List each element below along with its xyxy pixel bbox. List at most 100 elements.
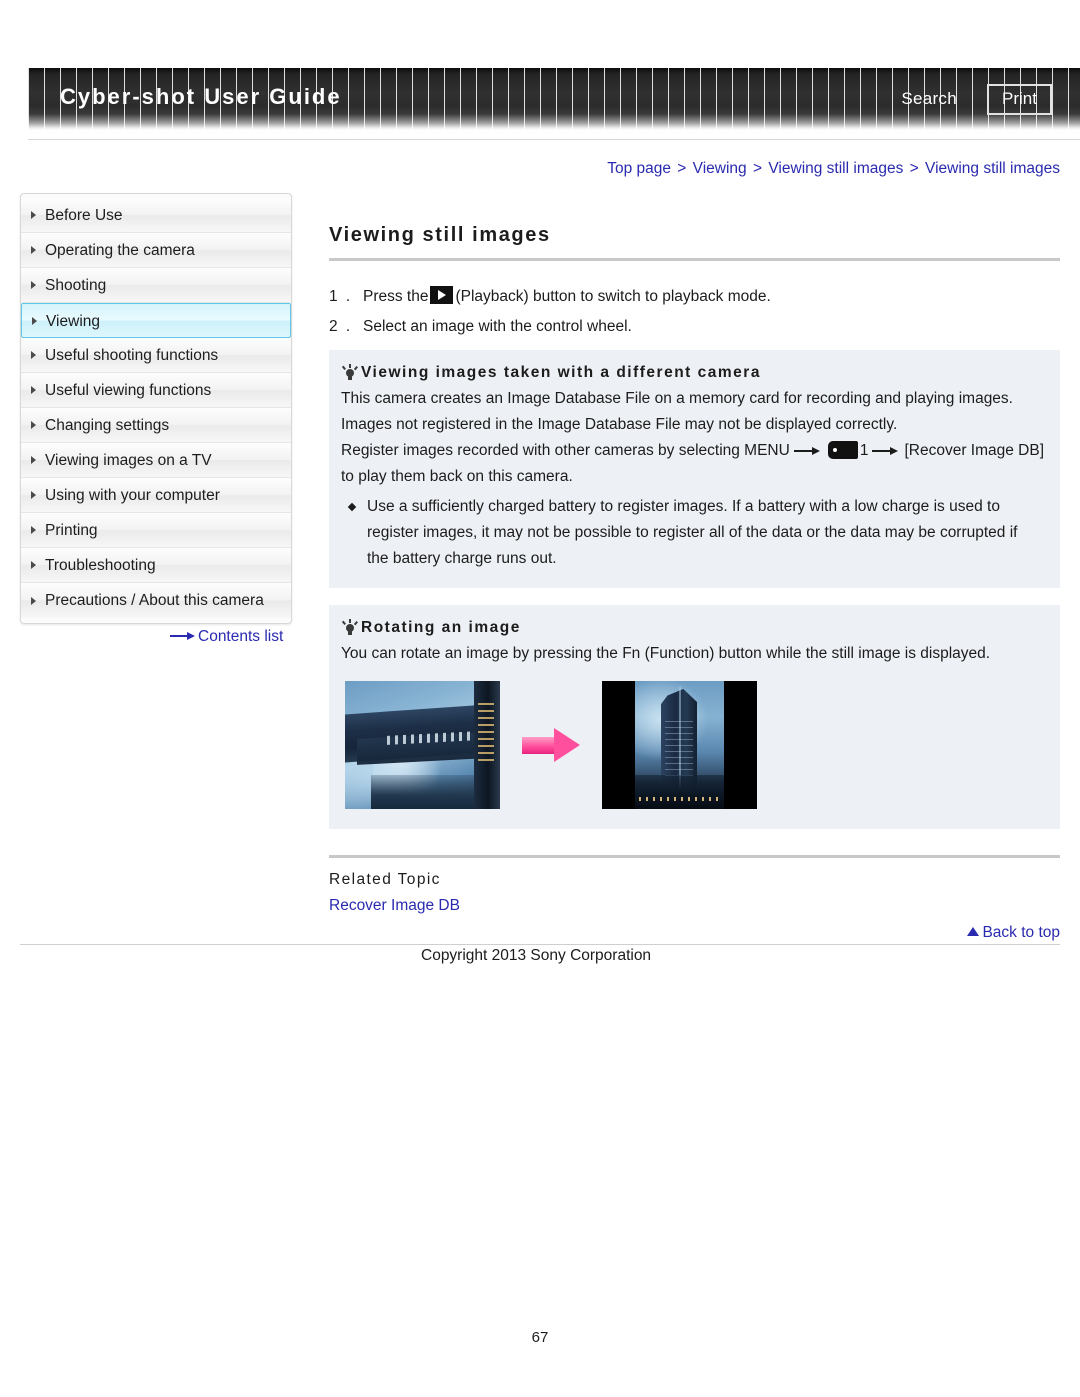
chevron-right-icon [31, 281, 36, 289]
sidebar-item-label: Printing [45, 522, 98, 539]
sidebar-item-label: Changing settings [45, 417, 170, 434]
photo-upright [602, 681, 757, 809]
title-divider [329, 258, 1060, 261]
related-topic-divider [329, 855, 1060, 858]
chevron-right-icon [31, 456, 36, 464]
chevron-right-icon [31, 421, 36, 429]
chevron-right-icon [31, 491, 36, 499]
chevron-right-icon [31, 596, 36, 605]
tip-heading-label: Viewing images taken with a different ca… [361, 364, 761, 381]
sidebar-item-label: Before Use [45, 207, 123, 224]
chevron-right-icon [31, 561, 36, 569]
related-topic-heading: Related Topic [329, 871, 441, 888]
tip-bullet-list: Use a sufficiently charged battery to re… [341, 494, 1042, 572]
breadcrumb-separator: > [753, 160, 763, 177]
chevron-right-icon [32, 316, 37, 325]
tip-heading: Rotating an image [341, 619, 1042, 637]
page-title: Viewing still images [329, 224, 551, 246]
copyright-text: Copyright 2013 Sony Corporation [421, 947, 652, 964]
step-number: 2 . [329, 318, 353, 335]
step-text: Select an image with the control wheel. [363, 318, 632, 335]
breadcrumb-item-top-page[interactable]: Top page [607, 160, 671, 177]
header-banner: Cyber-shot User Guide Search Print [28, 68, 1080, 130]
sidebar-item-label: Precautions / About this camera [45, 592, 264, 609]
sidebar-item-printing[interactable]: Printing [21, 513, 291, 548]
sidebar-item-before-use[interactable]: Before Use [21, 198, 291, 233]
sidebar-nav: Before Use Operating the camera Shooting… [20, 193, 292, 624]
sidebar-item-troubleshooting[interactable]: Troubleshooting [21, 548, 291, 583]
related-topic-link[interactable]: Recover Image DB [329, 897, 1060, 915]
sidebar-item-using-with-your-computer[interactable]: Using with your computer [21, 478, 291, 513]
header-divider [28, 139, 1080, 140]
lightbulb-icon [341, 364, 359, 382]
chevron-right-icon [31, 246, 36, 254]
step-text: Press the (Playback) button to switch to … [363, 286, 771, 308]
tip-box-rotating-an-image: Rotating an image You can rotate an imag… [329, 605, 1060, 829]
breadcrumb-separator: > [909, 160, 919, 177]
pink-right-arrow-icon [522, 728, 580, 762]
step-item: 1 . Press the (Playback) button to switch… [329, 286, 1060, 308]
sidebar-item-label: Useful viewing functions [45, 382, 212, 399]
sidebar-item-viewing-images-on-a-tv[interactable]: Viewing images on a TV [21, 443, 291, 478]
sidebar-item-shooting[interactable]: Shooting [21, 268, 291, 303]
breadcrumb-item-viewing-still-images[interactable]: Viewing still images [768, 160, 903, 177]
tip-heading: Viewing images taken with a different ca… [341, 364, 1042, 382]
tip-box-different-camera: Viewing images taken with a different ca… [329, 350, 1060, 588]
sidebar-item-viewing[interactable]: Viewing [21, 303, 291, 338]
step-text-after-icon: (Playback) button to switch to playback … [455, 288, 771, 305]
footer-divider [20, 944, 1060, 945]
rotation-figure [341, 681, 1042, 809]
step-item: 2 . Select an image with the control whe… [329, 316, 1060, 338]
main-content: Viewing still images 1 . Press the (Playb… [329, 193, 1060, 915]
arrow-right-icon [170, 632, 196, 641]
breadcrumb: Top page > Viewing > Viewing still image… [607, 160, 1060, 178]
tip-bullet-item: Use a sufficiently charged battery to re… [341, 494, 1042, 572]
contents-list-link[interactable]: Contents list [170, 628, 283, 646]
sidebar-item-label: Operating the camera [45, 242, 195, 259]
app-title: Cyber-shot User Guide [60, 84, 342, 109]
tip-line-2: Images not registered in the Image Datab… [341, 416, 898, 433]
step-text-before-icon: Press the [363, 288, 429, 305]
photo-rotated-sideways [345, 681, 500, 809]
chevron-right-icon [31, 386, 36, 394]
steps-list: 1 . Press the (Playback) button to switch… [329, 286, 1060, 338]
breadcrumb-separator: > [677, 160, 687, 177]
print-button[interactable]: Print [987, 84, 1052, 115]
menu-tag-icon [827, 441, 858, 459]
tip-line-3: Register images recorded with other came… [341, 438, 1045, 464]
search-button[interactable]: Search [901, 89, 957, 109]
sidebar-item-useful-shooting-functions[interactable]: Useful shooting functions [21, 338, 291, 373]
tip-line-3-part1: Register images recorded with other came… [341, 442, 790, 459]
sidebar-item-label: Using with your computer [45, 487, 220, 504]
back-to-top-link[interactable]: Back to top [967, 924, 1060, 942]
tip-heading-label: Rotating an image [361, 619, 521, 636]
sidebar-item-label: Useful shooting functions [45, 347, 219, 364]
arrow-right-icon [872, 446, 900, 456]
breadcrumb-item-viewing[interactable]: Viewing [693, 160, 747, 177]
page-number: 67 [531, 1329, 549, 1346]
chevron-right-icon [31, 526, 36, 534]
tip-line-1: This camera creates an Image Database Fi… [341, 390, 1013, 407]
sidebar-item-operating-the-camera[interactable]: Operating the camera [21, 233, 291, 268]
sidebar-item-label: Shooting [45, 277, 107, 294]
sidebar-item-label: Troubleshooting [45, 557, 156, 574]
chevron-right-icon [31, 351, 36, 359]
sidebar-item-useful-viewing-functions[interactable]: Useful viewing functions [21, 373, 291, 408]
triangle-up-icon [967, 927, 980, 936]
tip-line-3-part3: [Recover Image DB] [904, 442, 1045, 459]
sidebar-item-label: Viewing images on a TV [45, 452, 212, 469]
tip-line-3-part2: 1 [859, 442, 869, 459]
tip-line-1: You can rotate an image by pressing the … [341, 645, 991, 662]
back-to-top-label: Back to top [982, 924, 1060, 941]
sidebar-item-changing-settings[interactable]: Changing settings [21, 408, 291, 443]
contents-list-label: Contents list [198, 628, 284, 645]
sidebar-item-label: Viewing [46, 313, 101, 330]
tip-line-4: to play them back on this camera. [341, 468, 573, 485]
breadcrumb-item-current[interactable]: Viewing still images [925, 160, 1060, 177]
chevron-right-icon [31, 211, 36, 219]
arrow-right-icon [793, 446, 822, 456]
sidebar-item-precautions-about-this-camera[interactable]: Precautions / About this camera [21, 583, 291, 618]
lightbulb-icon [341, 619, 359, 637]
step-number: 1 . [329, 288, 353, 305]
page-root: Cyber-shot User Guide Search Print Top p… [0, 0, 1080, 1397]
